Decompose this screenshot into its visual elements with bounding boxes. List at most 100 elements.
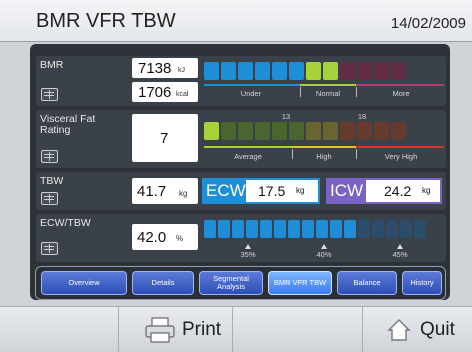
average-range-line — [204, 146, 292, 148]
ecw-value: 17.5 — [258, 183, 286, 199]
bmr-label: BMR — [40, 59, 64, 71]
view-tab-bar: Overview Details Segmental Analysis BMR … — [35, 266, 446, 300]
gauge-segment — [274, 220, 286, 238]
header-bar: BMR VFR TBW 14/02/2009 — [0, 0, 472, 42]
ratio-box: 42.0 % — [132, 224, 198, 250]
gauge-segment — [238, 122, 253, 140]
icw-unit: kg — [422, 186, 431, 195]
tbw-value: 41.7 — [137, 183, 167, 200]
gauge-segment — [357, 62, 372, 80]
ratio-unit: % — [176, 234, 184, 243]
gauge-segment — [400, 220, 412, 238]
printer-icon — [145, 317, 175, 343]
icw-value-box: 24.2 kg — [366, 180, 440, 202]
ratio-tick-35: 35% — [240, 250, 256, 259]
gauge-segment — [204, 220, 216, 238]
gauge-segment — [289, 122, 304, 140]
gauge-segment — [272, 62, 287, 80]
tab-segmental-analysis[interactable]: Segmental Analysis — [199, 271, 263, 295]
gauge-segment — [272, 122, 287, 140]
gauge-segment — [386, 220, 398, 238]
bmr-kcal-unit: kcal — [176, 91, 189, 98]
tab-bmr-vfr-tbw[interactable]: BMR VFR TBW — [268, 271, 332, 295]
info-book-icon[interactable] — [41, 88, 58, 101]
range-label-high: High — [316, 152, 332, 161]
gauge-segment — [255, 62, 270, 80]
vfr-row: Visceral Fat Rating 7 13 18 Average High… — [36, 110, 446, 168]
ecw-box: ECW 17.5 kg — [202, 178, 320, 204]
tbw-label: TBW — [40, 175, 64, 187]
gauge-segment — [232, 220, 244, 238]
info-book-icon[interactable] — [41, 192, 58, 205]
range-label-under: Under — [240, 89, 262, 98]
range-label-average: Average — [234, 152, 262, 161]
vfr-label: Visceral Fat Rating — [40, 113, 96, 136]
gauge-segment — [330, 220, 342, 238]
gauge-segment — [316, 220, 328, 238]
gauge-segment — [340, 62, 355, 80]
icw-box: ICW 24.2 kg — [326, 178, 442, 204]
gauge-segment — [288, 220, 300, 238]
quit-label: Quit — [420, 319, 455, 340]
scale-divider — [356, 87, 357, 97]
gauge-segment — [374, 62, 389, 80]
quit-button[interactable]: Quit — [362, 307, 472, 352]
scale-divider — [356, 149, 357, 159]
range-label-more: More — [392, 89, 410, 98]
gauge-segment — [391, 122, 406, 140]
gauge-segment — [238, 62, 253, 80]
bmr-kcal-value: 1706 — [138, 84, 172, 101]
ratio-tick-40: 40% — [316, 250, 332, 259]
home-icon — [387, 319, 411, 341]
icw-label: ICW — [330, 181, 364, 200]
bmr-kcal-box: 1706 kcal — [132, 82, 198, 102]
ratio-tick-45: 45% — [392, 250, 408, 259]
ecw-value-box: 17.5 kg — [246, 180, 318, 202]
gauge-segment — [323, 62, 338, 80]
gauge-segment — [302, 220, 314, 238]
gauge-segment — [306, 62, 321, 80]
tab-details[interactable]: Details — [132, 271, 194, 295]
gauge-segment — [221, 62, 236, 80]
tab-history[interactable]: History — [402, 271, 442, 295]
veryhigh-range-line — [356, 146, 444, 148]
footer-bar: Print Quit — [0, 306, 472, 352]
bmr-kj-unit: kJ — [178, 67, 185, 74]
gauge-segment — [255, 122, 270, 140]
tbw-row: TBW 41.7 kg ECW 17.5 kg ICW 24.2 kg — [36, 172, 446, 210]
gauge-segment — [372, 220, 384, 238]
tick-marker-icon — [397, 244, 403, 249]
gauge-segment — [414, 220, 426, 238]
info-book-icon[interactable] — [41, 242, 58, 255]
tbw-unit: kg — [179, 189, 188, 198]
print-button[interactable]: Print — [118, 307, 232, 352]
gauge-segment — [221, 122, 236, 140]
tab-balance[interactable]: Balance — [337, 271, 397, 295]
vfr-value: 7 — [160, 130, 169, 147]
bmr-row: BMR 7138 kJ 1706 kcal Under Normal More — [36, 56, 446, 106]
ecw-tbw-row: ECW/TBW 42.0 % 35% 40% 45% — [36, 214, 446, 262]
info-book-icon[interactable] — [41, 150, 58, 163]
gauge-segment — [374, 122, 389, 140]
gauge-segment — [340, 122, 355, 140]
ecw-unit: kg — [296, 186, 305, 195]
gauge-segment — [204, 62, 219, 80]
divider — [232, 307, 233, 352]
tbw-box: 41.7 kg — [132, 178, 198, 204]
more-range-line — [356, 84, 444, 86]
tick-marker-icon — [245, 244, 251, 249]
gauge-segment — [289, 62, 304, 80]
range-label-veryhigh: Very High — [384, 152, 418, 161]
gauge-segment — [204, 122, 219, 140]
page-title: BMR VFR TBW — [36, 10, 176, 32]
gauge-segment — [323, 122, 338, 140]
tab-overview[interactable]: Overview — [41, 271, 127, 295]
gauge-segment — [218, 220, 230, 238]
gauge-segment — [344, 220, 356, 238]
tick-marker-icon — [321, 244, 327, 249]
gauge-segment — [260, 220, 272, 238]
vfr-box: 7 — [132, 114, 198, 162]
vfr-tick-13: 13 — [281, 112, 291, 121]
ecw-label: ECW — [206, 181, 246, 200]
vfr-tick-18: 18 — [357, 112, 367, 121]
